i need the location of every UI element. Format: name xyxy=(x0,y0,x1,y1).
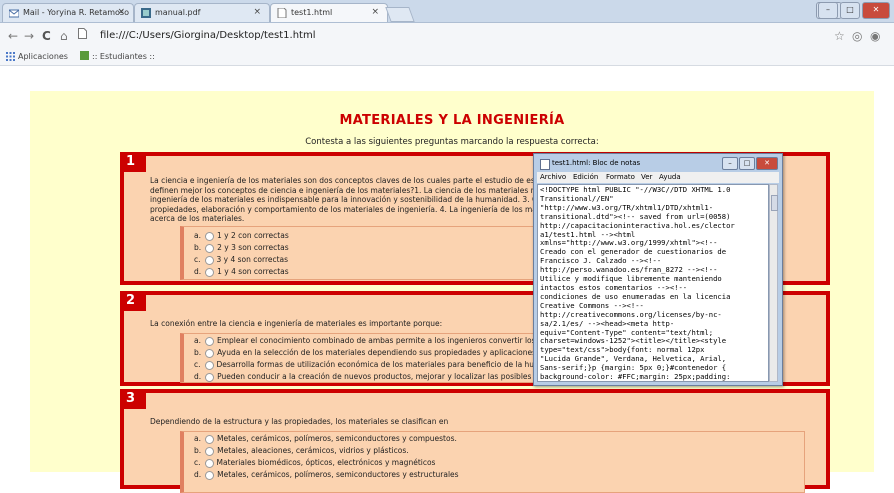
tab-mail-label: Mail - Yoryina R. Retamoso xyxy=(23,8,129,17)
tab-strip: Mail - Yoryina R. Retamoso × manual.pdf … xyxy=(0,0,894,23)
reload-icon[interactable]: C xyxy=(42,29,51,43)
students-icon xyxy=(80,51,89,60)
radio-button[interactable] xyxy=(204,360,214,370)
forward-icon[interactable]: → xyxy=(24,29,34,43)
option-d[interactable]: d. Pueden conducir a la creación de nuevo… xyxy=(194,372,543,382)
extension-icon[interactable]: ◉ xyxy=(870,29,880,43)
notepad-menu-bar: Archivo Edición Formato Ver Ayuda xyxy=(537,172,779,183)
back-icon[interactable]: ← xyxy=(8,29,18,43)
tab-test1[interactable]: test1.html × xyxy=(270,3,388,22)
close-window-button[interactable]: ✕ xyxy=(862,2,890,19)
minimize-button[interactable]: – xyxy=(818,2,838,19)
option-b[interactable]: b. Ayuda en la selección de los materiale… xyxy=(194,348,548,358)
radio-button[interactable] xyxy=(205,446,215,456)
radio-button[interactable] xyxy=(204,336,214,346)
option-a[interactable]: a. 1 y 2 con correctas xyxy=(194,231,289,241)
menu-edicion[interactable]: Edición xyxy=(573,173,598,181)
page-icon xyxy=(277,7,287,19)
option-c[interactable]: c. Desarrolla formas de utilización econó… xyxy=(194,360,546,370)
question-number: 2 xyxy=(120,291,146,311)
mail-icon xyxy=(8,8,20,18)
radio-button[interactable] xyxy=(204,231,214,241)
notepad-text-area[interactable]: <!DOCTYPE html PUBLIC "-//W3C//DTD XHTML… xyxy=(537,184,769,382)
option-a[interactable]: a. Emplear el conocimiento combinado de a… xyxy=(194,336,545,346)
tab-manual-pdf[interactable]: manual.pdf × xyxy=(134,3,270,22)
close-window-button[interactable]: ✕ xyxy=(756,157,778,170)
maximize-button[interactable]: □ xyxy=(840,2,860,19)
option-c[interactable]: c. 3 y 4 son correctas xyxy=(194,255,288,265)
close-icon[interactable]: × xyxy=(117,7,125,17)
new-tab-button[interactable] xyxy=(385,7,415,22)
question-number: 3 xyxy=(120,389,146,409)
tab-mail[interactable]: Mail - Yoryina R. Retamoso × xyxy=(2,3,134,22)
radio-button[interactable] xyxy=(205,243,215,253)
radio-button[interactable] xyxy=(205,267,215,277)
bookmark-star-icon[interactable]: ☆ xyxy=(834,29,845,43)
option-d[interactable]: d. Metales, cerámicos, polímeros, semicon… xyxy=(194,470,459,480)
radio-button[interactable] xyxy=(204,458,214,468)
question-3: 3 Dependiendo de la estructura y las pro… xyxy=(120,389,830,493)
menu-archivo[interactable]: Archivo xyxy=(540,173,566,181)
option-a[interactable]: a. Metales, cerámicos, polímeros, semicon… xyxy=(194,434,457,444)
bookmarks-bar: Aplicaciones :: Estudiantes :: xyxy=(0,49,894,66)
pdf-icon xyxy=(141,8,151,18)
window-controls: – □ ✕ xyxy=(818,2,890,19)
tab-manual-label: manual.pdf xyxy=(155,8,201,17)
minimize-button[interactable]: – xyxy=(722,157,738,170)
question-text: La ciencia e ingeniería de los materiale… xyxy=(150,176,540,223)
apps-icon xyxy=(6,52,15,63)
page-icon xyxy=(78,28,87,42)
maximize-button[interactable]: □ xyxy=(739,157,755,170)
option-c[interactable]: c. Materiales biomédicos, ópticos, electr… xyxy=(194,458,435,468)
question-text: La conexión entre la ciencia e ingenierí… xyxy=(150,319,443,328)
bookmark-students[interactable]: :: Estudiantes :: xyxy=(92,52,155,61)
bookmark-apps[interactable]: Aplicaciones xyxy=(18,52,68,61)
menu-ayuda[interactable]: Ayuda xyxy=(659,173,681,181)
radio-button[interactable] xyxy=(204,255,214,265)
scrollbar-thumb[interactable] xyxy=(771,195,778,211)
notepad-window[interactable]: test1.html: Bloc de notas – □ ✕ Archivo … xyxy=(533,153,783,386)
notepad-window-controls: – □ ✕ xyxy=(722,157,778,170)
question-text: Dependiendo de la estructura y las propi… xyxy=(150,417,449,426)
home-icon[interactable]: ⌂ xyxy=(60,29,68,43)
option-b[interactable]: b. 2 y 3 son correctas xyxy=(194,243,289,253)
radio-button[interactable] xyxy=(205,348,215,358)
close-icon[interactable]: × xyxy=(371,7,379,17)
browser-toolbar: ← → C ⌂ file:///C:/Users/Giorgina/Deskto… xyxy=(0,23,894,49)
question-number: 1 xyxy=(120,152,146,172)
radio-button[interactable] xyxy=(205,372,215,382)
menu-ver[interactable]: Ver xyxy=(641,173,652,181)
close-icon[interactable]: × xyxy=(253,7,261,17)
option-b[interactable]: b. Metales, aleaciones, cerámicos, vidrio… xyxy=(194,446,409,456)
notepad-scrollbar[interactable] xyxy=(769,184,778,382)
option-d[interactable]: d. 1 y 4 son correctas xyxy=(194,267,289,277)
page-subtitle: Contesta a las siguientes preguntas marc… xyxy=(305,137,599,147)
address-bar[interactable]: file:///C:/Users/Giorgina/Desktop/test1.… xyxy=(90,27,800,45)
radio-button[interactable] xyxy=(204,434,214,444)
options-list: a. Metales, cerámicos, polímeros, semicon… xyxy=(180,431,805,493)
menu-formato[interactable]: Formato xyxy=(606,173,635,181)
extension-icon[interactable]: ◎ xyxy=(852,29,862,43)
page-title: MATERIALES Y LA INGENIERÍA xyxy=(339,113,565,128)
tab-test1-label: test1.html xyxy=(291,8,333,17)
notepad-title: test1.html: Bloc de notas xyxy=(552,159,641,167)
notepad-icon xyxy=(540,159,550,170)
